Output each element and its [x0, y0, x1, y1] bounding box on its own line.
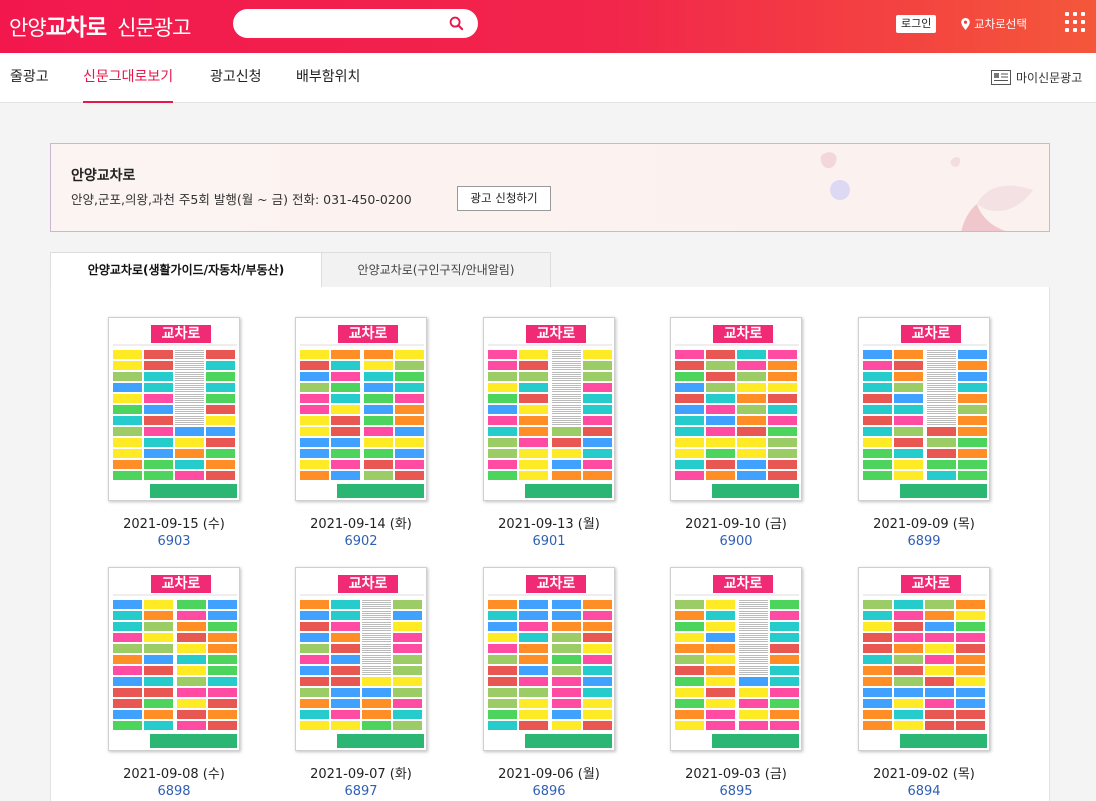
masthead-title: 교차로 [151, 325, 211, 343]
newspaper-thumbnail[interactable]: 교차로 [670, 567, 802, 751]
logo-service: 신문광고 [117, 16, 191, 40]
search-bar [233, 9, 478, 38]
top-header: 안양 교차로 신문광고 로그인 교차로선택 [0, 0, 1096, 53]
edition-tabs: 안양교차로(생활가이드/자동차/부동산) 안양교차로(구인구직/안내알림) [50, 252, 1050, 288]
masthead-title: 교차로 [713, 575, 773, 593]
issue-card[interactable]: 교차로 2021-09-07 (화) 6897 [291, 567, 431, 799]
issue-date: 2021-09-08 (수) [123, 767, 225, 782]
login-button[interactable]: 로그인 [896, 15, 937, 33]
issue-number-link[interactable]: 6903 [104, 534, 244, 549]
region-label: 교차로선택 [974, 17, 1027, 31]
all-menu-grid-icon[interactable] [1065, 12, 1085, 32]
newspaper-thumbnail[interactable]: 교차로 [670, 317, 802, 501]
search-icon[interactable] [449, 16, 464, 31]
issue-card[interactable]: 교차로 2021-09-02 (목) 6894 [854, 567, 994, 799]
masthead-title: 교차로 [338, 575, 398, 593]
my-newspaper-ads-label: 마이신문광고 [1016, 71, 1083, 85]
issue-number-link[interactable]: 6898 [104, 784, 244, 799]
issue-date: 2021-09-09 (목) [873, 517, 975, 532]
location-pin-icon [961, 18, 970, 30]
masthead-title: 교차로 [901, 325, 961, 343]
newspaper-thumbnail[interactable]: 교차로 [295, 567, 427, 751]
main-nav: 줄광고 신문그대로보기 광고신청 배부함위치 마이신문광고 [0, 53, 1096, 103]
newspaper-thumbnail[interactable]: 교차로 [295, 317, 427, 501]
apply-ad-button[interactable]: 광고 신청하기 [457, 186, 551, 211]
newspaper-thumbnail[interactable]: 교차로 [108, 567, 240, 751]
search-input[interactable] [247, 9, 447, 38]
newspaper-thumbnail[interactable]: 교차로 [483, 317, 615, 501]
newspaper-masthead: 교차로 [863, 572, 987, 596]
my-newspaper-ads-link[interactable]: 마이신문광고 [991, 69, 1082, 86]
issue-date: 2021-09-06 (월) [498, 767, 600, 782]
newspaper-masthead: 교차로 [675, 322, 799, 346]
issue-number-link[interactable]: 6901 [479, 534, 619, 549]
newspaper-masthead: 교차로 [863, 322, 987, 346]
issue-card[interactable]: 교차로 2021-09-03 (금) 6895 [666, 567, 806, 799]
logo-region: 안양 [9, 16, 47, 40]
newspaper-masthead: 교차로 [300, 322, 424, 346]
newspaper-thumbnail[interactable]: 교차로 [483, 567, 615, 751]
issue-number-link[interactable]: 6895 [666, 784, 806, 799]
newspaper-thumbnail[interactable]: 교차로 [858, 317, 990, 501]
issue-date: 2021-09-13 (월) [498, 517, 600, 532]
issue-number-link[interactable]: 6896 [479, 784, 619, 799]
nav-item-newspaper-view[interactable]: 신문그대로보기 [83, 53, 174, 103]
issue-card[interactable]: 교차로 2021-09-13 (월) 6901 [479, 317, 619, 549]
issue-card[interactable]: 교차로 2021-09-06 (월) 6896 [479, 567, 619, 799]
issue-number-link[interactable]: 6900 [666, 534, 806, 549]
petal-decoration-icon [820, 152, 1033, 231]
masthead-title: 교차로 [151, 575, 211, 593]
nav-item-line-ads[interactable]: 줄광고 [10, 53, 49, 103]
issue-card[interactable]: 교차로 2021-09-08 (수) 6898 [104, 567, 244, 799]
issue-number-link[interactable]: 6894 [854, 784, 994, 799]
issue-date: 2021-09-15 (수) [123, 517, 225, 532]
nav-item-distribution-box[interactable]: 배부함위치 [296, 53, 360, 103]
masthead-title: 교차로 [713, 325, 773, 343]
paper-description: 안양,군포,의왕,과천 주5회 발행(월 ~ 금) 전화: 031-450-02… [71, 192, 412, 207]
issue-card[interactable]: 교차로 2021-09-09 (목) 6899 [854, 317, 994, 549]
newspaper-masthead: 교차로 [488, 322, 612, 346]
issue-number-link[interactable]: 6902 [291, 534, 431, 549]
issue-date: 2021-09-02 (목) [873, 767, 975, 782]
paper-title: 안양교차로 [71, 168, 136, 184]
region-select-button[interactable]: 교차로선택 [960, 15, 1027, 33]
masthead-title: 교차로 [338, 325, 398, 343]
paper-info-box: 안양교차로 안양,군포,의왕,과천 주5회 발행(월 ~ 금) 전화: 031-… [50, 143, 1050, 232]
newspaper-masthead: 교차로 [488, 572, 612, 596]
issue-date: 2021-09-14 (화) [310, 517, 412, 532]
issue-number-link[interactable]: 6899 [854, 534, 994, 549]
issue-card[interactable]: 교차로 2021-09-14 (화) 6902 [291, 317, 431, 549]
issue-card[interactable]: 교차로 2021-09-15 (수) 6903 [104, 317, 244, 549]
issue-list-panel: 교차로 2021-09-15 (수) 6903 교차로 2021-09-14 (화) 69… [50, 287, 1050, 801]
issue-number-link[interactable]: 6897 [291, 784, 431, 799]
newspaper-thumbnail[interactable]: 교차로 [108, 317, 240, 501]
newspaper-icon [991, 70, 1011, 85]
logo-brand: 교차로 [45, 15, 107, 41]
issue-date: 2021-09-10 (금) [685, 517, 787, 532]
newspaper-masthead: 교차로 [675, 572, 799, 596]
newspaper-masthead: 교차로 [113, 322, 237, 346]
masthead-title: 교차로 [526, 575, 586, 593]
issue-date: 2021-09-03 (금) [685, 767, 787, 782]
tab-lifestyle-auto-realestate[interactable]: 안양교차로(생활가이드/자동차/부동산) [50, 252, 322, 288]
newspaper-masthead: 교차로 [113, 572, 237, 596]
issue-card[interactable]: 교차로 2021-09-10 (금) 6900 [666, 317, 806, 549]
masthead-title: 교차로 [901, 575, 961, 593]
tab-jobs-notices[interactable]: 안양교차로(구인구직/안내알림) [321, 252, 551, 288]
newspaper-thumbnail[interactable]: 교차로 [858, 567, 990, 751]
newspaper-masthead: 교차로 [300, 572, 424, 596]
nav-item-ad-request[interactable]: 광고신청 [210, 53, 262, 103]
masthead-title: 교차로 [526, 325, 586, 343]
site-logo[interactable]: 안양 교차로 신문광고 [9, 8, 191, 42]
issue-date: 2021-09-07 (화) [310, 767, 412, 782]
